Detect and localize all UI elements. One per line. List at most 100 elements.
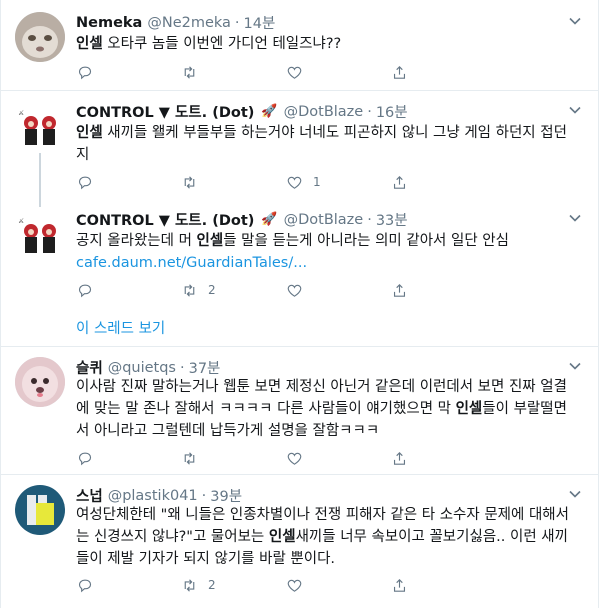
svg-text:⚔: ⚔	[18, 217, 24, 225]
retweet-icon	[184, 175, 195, 189]
tweet[interactable]: ⚔ CONTROL ▼ 도트. (Dot) 🚀 @DotBlaze · 16분 …	[1, 91, 598, 199]
tweet-header: CONTROL ▼ 도트. (Dot) 🚀 @DotBlaze · 33분	[76, 209, 408, 230]
tweet[interactable]: 스넙 @plastik041 · 39분 여성단체한테 "왜 니들은 인종차별이…	[1, 475, 598, 608]
thread-line	[39, 199, 41, 207]
separator-dot: ·	[367, 211, 372, 228]
separator-dot: ·	[201, 487, 207, 504]
tweet[interactable]: 슬퀴 @quietqs · 37분 이사람 진짜 말하는거나 웹툰 보면 제정신…	[1, 347, 598, 474]
display-name[interactable]: Nemeka	[76, 15, 142, 31]
reply-icon	[78, 66, 92, 79]
like-button[interactable]: 1	[286, 173, 391, 191]
timestamp[interactable]: 37분	[189, 357, 221, 378]
show-thread-link[interactable]: 이 스레드 보기	[76, 317, 165, 338]
like-button[interactable]	[286, 576, 391, 594]
retweet-icon	[184, 451, 195, 465]
retweet-button[interactable]	[181, 173, 286, 191]
retweet-icon	[184, 283, 195, 297]
timestamp[interactable]: 14분	[244, 12, 276, 33]
chevron-down-icon[interactable]	[568, 103, 582, 117]
display-name[interactable]: 슬퀴	[76, 357, 103, 378]
tweet-header: CONTROL ▼ 도트. (Dot) 🚀 @DotBlaze · 16분	[76, 101, 408, 122]
heart-icon	[287, 66, 302, 79]
reply-icon	[78, 284, 92, 297]
reply-button[interactable]	[76, 173, 181, 191]
reply-button[interactable]	[76, 281, 181, 299]
retweet-button[interactable]: 2	[181, 576, 286, 594]
tweet[interactable]: ⚔ CONTROL ▼ 도트. (Dot) 🚀 @DotBlaze · 33분 …	[1, 199, 598, 345]
separator-dot: ·	[234, 14, 240, 31]
share-button[interactable]	[391, 449, 496, 467]
avatar[interactable]	[15, 12, 65, 62]
tweet-actions: 2	[76, 281, 496, 299]
handle[interactable]: @quietqs	[108, 360, 176, 376]
display-name[interactable]: 스넙	[76, 485, 103, 506]
handle[interactable]: @DotBlaze	[284, 212, 364, 228]
timestamp[interactable]: 39분	[210, 485, 242, 506]
chevron-down-icon[interactable]	[568, 14, 582, 28]
retweet-button[interactable]: 2	[181, 281, 286, 299]
share-button[interactable]	[391, 173, 496, 191]
tweet-header: 슬퀴 @quietqs · 37분	[76, 357, 220, 378]
tweet-actions	[76, 449, 496, 467]
share-button[interactable]	[391, 63, 496, 81]
tweet-text: 인셀 오타쿠 놈들 이번엔 가디언 테일즈냐??	[76, 36, 342, 52]
share-button[interactable]	[391, 281, 496, 299]
heart-icon	[287, 452, 302, 465]
tweet-text: 이사람 진짜 말하는거나 웹툰 보면 제정신 아닌거 같은데 이런데서 보면 진…	[76, 379, 567, 439]
share-icon	[393, 283, 406, 297]
retweet-count: 2	[208, 283, 216, 297]
tweet-text: 여성단체한테 "왜 니들은 인종차별이나 전쟁 피해자 같은 타 소수자 문제에…	[76, 507, 569, 567]
chevron-down-icon[interactable]	[568, 487, 582, 501]
rocket-icon: 🚀	[261, 104, 278, 119]
heart-icon	[287, 579, 302, 592]
share-icon	[393, 451, 406, 465]
reply-button[interactable]	[76, 449, 181, 467]
tweet-actions: 2	[76, 576, 496, 594]
avatar[interactable]	[15, 485, 65, 535]
reply-button[interactable]	[76, 63, 181, 81]
reply-icon	[78, 452, 92, 465]
display-name[interactable]: CONTROL ▼ 도트. (Dot)	[76, 209, 254, 230]
tweet-link[interactable]: cafe.daum.net/GuardianTales/...	[76, 252, 580, 274]
handle[interactable]: @DotBlaze	[284, 104, 364, 120]
like-button[interactable]	[286, 63, 391, 81]
separator-dot: ·	[367, 103, 372, 120]
like-count: 1	[313, 175, 321, 189]
separator-dot: ·	[179, 359, 185, 376]
reply-icon	[78, 579, 92, 592]
heart-icon	[287, 284, 302, 297]
share-icon	[393, 65, 406, 79]
tweet-text: 공지 올라왔는데 머 인셀들 말을 듣는게 아니라는 의미 같아서 일단 안심 …	[76, 230, 580, 274]
tweet[interactable]: Nemeka @Ne2meka · 14분 인셀 오타쿠 놈들 이번엔 가디언 …	[1, 0, 598, 90]
reply-button[interactable]	[76, 576, 181, 594]
display-name[interactable]: CONTROL ▼ 도트. (Dot)	[76, 101, 254, 122]
timestamp[interactable]: 16분	[376, 101, 408, 122]
tweet-actions	[76, 63, 496, 81]
share-icon	[393, 175, 406, 189]
tweet-header: Nemeka @Ne2meka · 14분	[76, 12, 275, 33]
reply-icon	[78, 176, 92, 189]
like-button[interactable]	[286, 449, 391, 467]
like-button[interactable]	[286, 281, 391, 299]
share-icon	[393, 578, 406, 592]
timeline-feed: Nemeka @Ne2meka · 14분 인셀 오타쿠 놈들 이번엔 가디언 …	[0, 0, 599, 608]
chevron-down-icon[interactable]	[568, 211, 582, 225]
avatar[interactable]: ⚔	[15, 209, 65, 259]
handle[interactable]: @Ne2meka	[147, 15, 231, 31]
retweet-icon	[184, 578, 195, 592]
thread-line	[39, 153, 41, 199]
tweet-text: 인셀 새끼들 왤케 부들부들 하는거야 너네도 피곤하지 않니 그냥 게임 하던…	[76, 125, 567, 163]
timestamp[interactable]: 33분	[376, 209, 408, 230]
tweet-text-line: 공지 올라왔는데 머 인셀들 말을 듣는게 아니라는 의미 같아서 일단 안심	[76, 233, 509, 249]
svg-text:⚔: ⚔	[18, 109, 24, 117]
chevron-down-icon[interactable]	[568, 359, 582, 373]
retweet-button[interactable]	[181, 449, 286, 467]
avatar[interactable]: ⚔	[15, 101, 65, 151]
handle[interactable]: @plastik041	[108, 488, 198, 504]
rocket-icon: 🚀	[261, 212, 278, 227]
tweet-actions: 1	[76, 173, 496, 191]
retweet-icon	[184, 65, 195, 79]
share-button[interactable]	[391, 576, 496, 594]
avatar[interactable]	[15, 357, 65, 407]
retweet-button[interactable]	[181, 63, 286, 81]
